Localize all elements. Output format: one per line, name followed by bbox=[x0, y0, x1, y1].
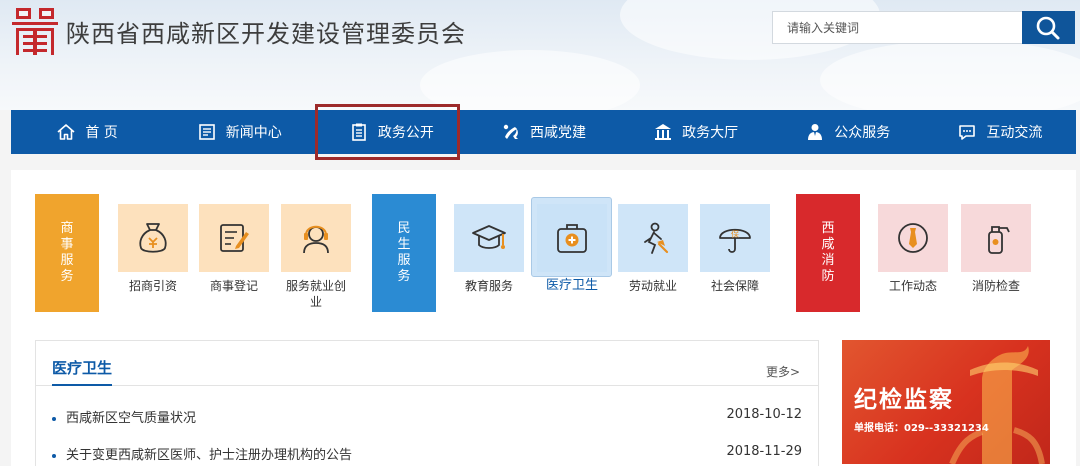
tile-employment-entrepreneurship[interactable]: 服务就业创业 bbox=[281, 204, 351, 310]
nav-item-gov-affairs[interactable]: 政务公开 bbox=[315, 110, 467, 154]
tile-label: 服务就业创业 bbox=[285, 279, 346, 309]
tile-business-registration[interactable]: 商事登记 bbox=[199, 204, 269, 294]
site-header: 陕西省西咸新区开发建设管理委员会 bbox=[0, 0, 1080, 110]
nav-item-label: 首 页 bbox=[85, 125, 118, 141]
tile-label: 劳动就业 bbox=[628, 279, 677, 293]
tile-labor-employment[interactable]: 劳动就业 bbox=[618, 204, 688, 294]
nav-item-label: 互动交流 bbox=[986, 125, 1043, 141]
category-label: 民生服务 bbox=[397, 221, 411, 284]
search-icon bbox=[1036, 16, 1060, 40]
tile-label: 工作动态 bbox=[888, 279, 937, 293]
nav-item-interaction[interactable]: 互动交流 bbox=[924, 110, 1076, 154]
news-item-date: 2018-11-29 bbox=[726, 444, 802, 459]
tile-social-security[interactable]: 保 社会保障 bbox=[700, 204, 770, 294]
tile-label: 教育服务 bbox=[464, 279, 513, 293]
search-button[interactable] bbox=[1022, 11, 1075, 44]
site-title: 陕西省西咸新区开发建设管理委员会 bbox=[66, 20, 466, 48]
tile-label: 社会保障 bbox=[710, 279, 759, 293]
home-icon bbox=[57, 124, 75, 140]
discipline-inspection-banner[interactable]: 纪检监察 单报电话：029--33321234 bbox=[842, 340, 1050, 464]
nav-item-label: 西咸党建 bbox=[529, 125, 586, 141]
person-service-icon bbox=[808, 124, 823, 140]
nav-item-label: 政务大厅 bbox=[682, 125, 739, 141]
tile-fire-inspection[interactable]: 消防检查 bbox=[961, 204, 1031, 294]
news-item-date: 2018-10-12 bbox=[726, 407, 802, 422]
news-panel: 医疗卫生 更多> 西咸新区空气质量状况 2018-10-12 关于变更西咸新区医… bbox=[35, 340, 819, 466]
category-business[interactable]: 商事服务 bbox=[35, 194, 99, 312]
nav-item-label: 公众服务 bbox=[834, 125, 891, 141]
party-emblem-icon bbox=[503, 124, 518, 139]
graduation-cap-icon bbox=[472, 225, 506, 249]
tile-education[interactable]: 教育服务 bbox=[454, 204, 524, 294]
search-input[interactable] bbox=[773, 12, 1022, 43]
category-label: 西咸消防 bbox=[821, 221, 835, 284]
news-item-title: 关于变更西咸新区医师、护士注册办理机构的公告 bbox=[66, 448, 353, 463]
tile-investment[interactable]: 招商引资 bbox=[118, 204, 188, 294]
nav-item-public-service[interactable]: 公众服务 bbox=[772, 110, 924, 154]
headset-person-icon bbox=[303, 225, 329, 254]
nav-item-home[interactable]: 首 页 bbox=[11, 110, 163, 154]
news-icon bbox=[198, 124, 215, 140]
worker-icon bbox=[644, 222, 669, 254]
news-item-title: 西咸新区空气质量状况 bbox=[66, 411, 197, 426]
government-building-icon bbox=[655, 124, 672, 140]
content-panel: 商事服务 招商引资 商事登记 服务就业创业 民生服务 教育服务 医疗卫生 劳动就… bbox=[11, 170, 1076, 466]
bullet-icon bbox=[52, 453, 56, 458]
tile-label: 医疗卫生 bbox=[545, 278, 598, 293]
nav-item-gov-hall[interactable]: 政务大厅 bbox=[620, 110, 772, 154]
clipboard-icon bbox=[352, 123, 366, 141]
umbrella-icon: 保 bbox=[719, 228, 751, 253]
nav-item-label: 新闻中心 bbox=[225, 125, 282, 141]
chat-bubble-icon bbox=[959, 125, 976, 140]
nav-item-label: 政务公开 bbox=[377, 125, 434, 141]
banner-title: 纪检监察 bbox=[854, 387, 954, 413]
list-item[interactable]: 西咸新区空气质量状况 2018-10-12 bbox=[52, 407, 802, 427]
fire-extinguisher-icon bbox=[988, 226, 1010, 254]
more-link[interactable]: 更多> bbox=[766, 363, 800, 380]
site-logo-icon bbox=[12, 8, 58, 55]
svg-text:保: 保 bbox=[731, 229, 739, 239]
tie-icon bbox=[898, 223, 928, 253]
bullet-icon bbox=[52, 416, 56, 421]
main-nav: 首 页 新闻中心 政务公开 西咸党建 政务大厅 公众服务 互动交流 bbox=[11, 110, 1076, 154]
search-box bbox=[772, 11, 1022, 44]
tile-label: 商事登记 bbox=[209, 279, 258, 293]
nav-item-party[interactable]: 西咸党建 bbox=[467, 110, 619, 154]
banner-phone: 单报电话：029--33321234 bbox=[854, 423, 989, 434]
nav-item-news[interactable]: 新闻中心 bbox=[163, 110, 315, 154]
news-header: 医疗卫生 更多> bbox=[36, 341, 818, 386]
edit-form-icon bbox=[220, 224, 249, 252]
medical-kit-icon bbox=[557, 224, 587, 253]
tile-label: 消防检查 bbox=[971, 279, 1020, 293]
category-fire[interactable]: 西咸消防 bbox=[796, 194, 860, 312]
category-livelihood[interactable]: 民生服务 bbox=[372, 194, 436, 312]
category-label: 商事服务 bbox=[60, 221, 74, 284]
tile-work-updates[interactable]: 工作动态 bbox=[878, 204, 948, 294]
list-item[interactable]: 关于变更西咸新区医师、护士注册办理机构的公告 2018-11-29 bbox=[52, 444, 802, 464]
money-bag-icon bbox=[139, 223, 167, 253]
news-title: 医疗卫生 bbox=[52, 357, 113, 386]
tile-label: 招商引资 bbox=[128, 279, 177, 293]
tile-medical[interactable]: 医疗卫生 bbox=[537, 204, 607, 294]
